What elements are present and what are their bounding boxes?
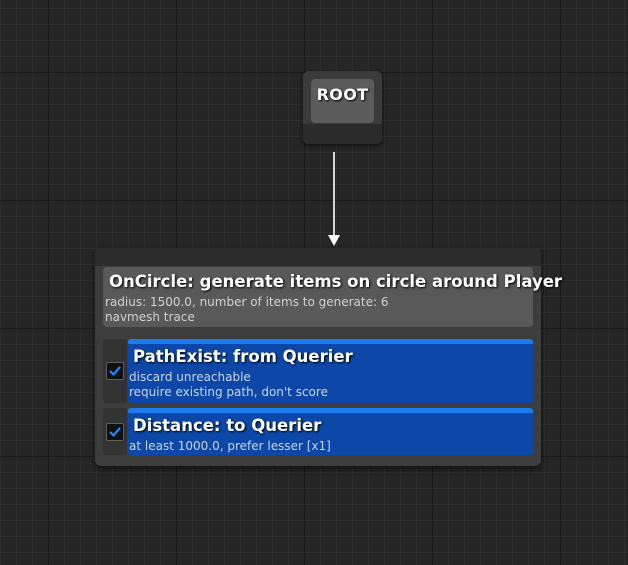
- test-enabled-checkbox[interactable]: [106, 362, 124, 380]
- generator-header: OnCircle: generate items on circle aroun…: [103, 267, 562, 327]
- checkbox-well: [103, 408, 127, 455]
- test-panel[interactable]: PathExist: from Querier discard unreacha…: [128, 339, 533, 403]
- generator-detail: navmesh trace: [105, 310, 195, 324]
- arrow-down-icon: [328, 235, 340, 246]
- graph-canvas[interactable]: ROOT OnCircle: generate items on circle …: [0, 0, 628, 565]
- test-row-path-exist: PathExist: from Querier discard unreacha…: [103, 339, 533, 403]
- checkmark-icon: [109, 427, 121, 437]
- test-detail: at least 1000.0, prefer lesser [x1]: [129, 439, 331, 453]
- test-detail: discard unreachable: [129, 370, 251, 384]
- generator-title: OnCircle: generate items on circle aroun…: [109, 272, 563, 291]
- checkbox-well: [103, 339, 127, 403]
- root-node-label: ROOT: [316, 85, 369, 104]
- test-enabled-checkbox[interactable]: [106, 423, 124, 441]
- generator-input-pin[interactable]: [95, 248, 541, 266]
- root-output-pin[interactable]: [303, 124, 382, 144]
- test-title: PathExist: from Querier: [133, 347, 353, 366]
- test-panel[interactable]: Distance: to Querier at least 1000.0, pr…: [128, 408, 533, 455]
- checkmark-icon: [109, 366, 121, 376]
- test-detail: require existing path, don't score: [129, 385, 328, 399]
- test-row-distance: Distance: to Querier at least 1000.0, pr…: [103, 408, 533, 455]
- generator-detail: radius: 1500.0, number of items to gener…: [105, 295, 389, 309]
- test-title: Distance: to Querier: [133, 416, 322, 435]
- root-node[interactable]: ROOT: [303, 71, 382, 144]
- generator-node[interactable]: OnCircle: generate items on circle aroun…: [95, 248, 562, 466]
